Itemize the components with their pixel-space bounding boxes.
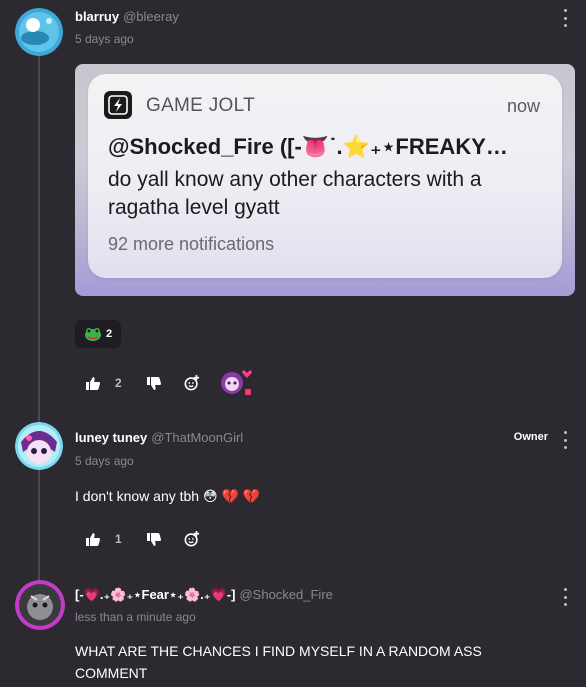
thumbs-up-icon[interactable] <box>85 531 101 547</box>
add-reaction-icon[interactable] <box>184 531 200 547</box>
username[interactable]: blarruy <box>75 9 119 24</box>
thumbs-down-icon[interactable] <box>146 531 162 547</box>
thumbs-up-icon[interactable] <box>85 375 101 391</box>
timestamp[interactable]: 5 days ago <box>75 454 134 468</box>
like-count: 2 <box>115 376 122 390</box>
notification-time: now <box>506 96 540 116</box>
notification-body: do yall know any other characters with a… <box>108 168 482 219</box>
creator-reaction-avatar-icon <box>220 369 254 397</box>
more-options-icon[interactable] <box>562 9 568 27</box>
add-reaction-icon[interactable] <box>184 375 200 391</box>
reaction-chip[interactable]: 2 <box>75 320 121 348</box>
comment-text: WHAT ARE THE CHANCES I FIND MYSELF IN A … <box>75 643 482 681</box>
notification-title: @Shocked_Fire ([-👅˙.⭐₊⋆FREAKY… <box>108 134 508 159</box>
avatar[interactable] <box>15 422 63 470</box>
timestamp[interactable]: 5 days ago <box>75 32 134 46</box>
user-handle[interactable]: @bleeray <box>123 9 179 24</box>
notification-more: 92 more notifications <box>108 234 275 254</box>
like-count: 1 <box>115 532 122 546</box>
more-options-icon[interactable] <box>562 431 568 449</box>
game-jolt-logo-icon <box>104 91 132 119</box>
attached-image[interactable]: GAME JOLT now @Shocked_Fire ([-👅˙.⭐₊⋆FRE… <box>75 64 575 296</box>
thread-line <box>38 48 40 588</box>
frog-emoji-icon <box>84 328 101 341</box>
reaction-count: 2 <box>105 328 113 340</box>
avatar[interactable] <box>15 580 65 630</box>
user-handle[interactable]: @Shocked_Fire <box>239 587 332 602</box>
owner-badge: Owner <box>509 430 552 444</box>
more-options-icon[interactable] <box>562 588 568 606</box>
comment-text: I don't know any tbh 😳 💔 💔 <box>75 488 261 504</box>
username[interactable]: luney tuney <box>75 430 147 445</box>
username[interactable]: [-💗.₊🌸₊⋆Fear⋆₊🌸.₊💗-] <box>75 587 235 602</box>
user-handle[interactable]: @ThatMoonGirl <box>151 430 243 445</box>
thumbs-down-icon[interactable] <box>146 375 162 391</box>
notification-card: GAME JOLT now @Shocked_Fire ([-👅˙.⭐₊⋆FRE… <box>88 74 562 278</box>
notification-app-name: GAME JOLT <box>146 95 255 116</box>
avatar[interactable] <box>15 8 63 56</box>
timestamp[interactable]: less than a minute ago <box>75 610 196 624</box>
